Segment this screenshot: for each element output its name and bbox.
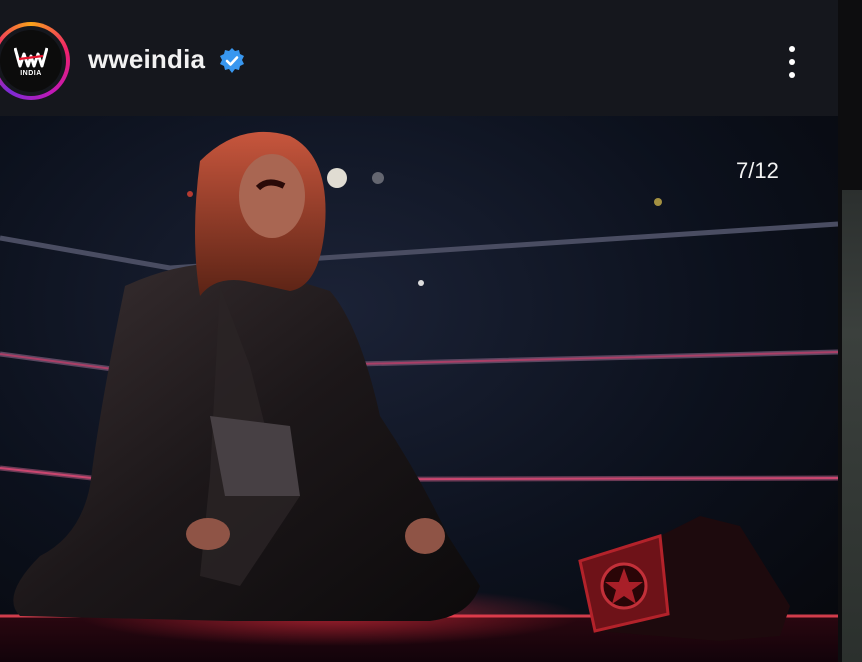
wwe-logo-icon <box>14 47 48 67</box>
avatar-subtext: INDIA <box>20 69 42 77</box>
verified-badge-icon <box>220 48 244 73</box>
instagram-post: INDIA wweindia 7/12 <box>0 0 838 662</box>
avatar[interactable]: INDIA <box>0 26 66 96</box>
slide-counter: 7/12 <box>736 158 779 183</box>
photo-scene <box>0 131 838 662</box>
avatar-logo: INDIA <box>0 30 62 92</box>
more-dot <box>789 72 795 78</box>
more-dot <box>789 46 795 52</box>
username-link[interactable]: wweindia <box>88 44 205 75</box>
scrollbar[interactable] <box>842 190 862 662</box>
post-header: INDIA wweindia <box>0 0 838 116</box>
adjacent-panel <box>838 0 862 662</box>
more-dot <box>789 59 795 65</box>
championship-belt <box>578 516 790 641</box>
post-photo[interactable] <box>0 116 838 662</box>
more-options-button[interactable] <box>780 42 804 82</box>
story-ring[interactable]: INDIA <box>0 22 70 100</box>
